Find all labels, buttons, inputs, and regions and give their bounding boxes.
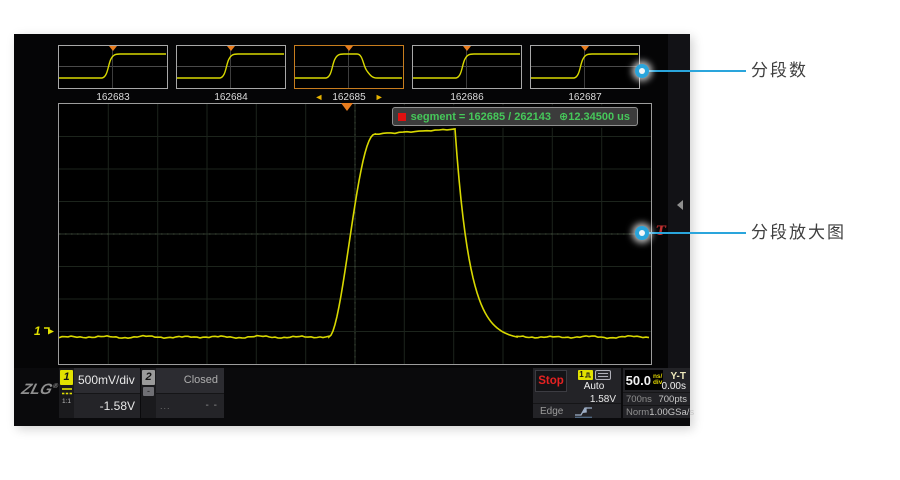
run-stop-button[interactable]: Stop [535,370,567,392]
segment-number: 162686 [412,92,522,103]
segment-number: 162683 [58,92,168,103]
timebase-scale: 50.0 [626,373,651,388]
probe-ratio: 1:1 [62,398,71,405]
segment-thumbnail-frame[interactable] [412,45,522,89]
segment-thumbnail-1[interactable]: 162683 [58,45,168,103]
timebase-block[interactable]: 50.0 ns/ div Y-T 0.00s 700ns 700pts Norm… [623,368,690,418]
record-square-icon [398,113,406,121]
segment-time-text: ⊕12.34500 us [559,110,630,123]
trigger-source-badge: 1 [578,370,593,380]
callout-label-segment-zoom: 分段放大图 [751,223,846,243]
waveform-display: segment = 162685 / 262143 ⊕12.34500 us [58,103,652,365]
thumb-trigger-tick-icon [109,46,117,51]
channel1-badge-column: 1 1:1 [59,368,74,418]
channel2-block[interactable]: 2 - Closed ... - - [141,368,224,418]
thumb-trigger-tick-icon [581,46,589,51]
trigger-type: Edge [533,406,563,417]
channel2-status: Closed [184,374,224,386]
segment-info-badge: segment = 162685 / 262143 ⊕12.34500 us [392,107,638,126]
square-wave-icon [585,372,591,378]
sample-rate: 1.00GSa/s [649,407,697,418]
zlg-logo: ZLG® [20,381,60,398]
trigger-position-triangle-icon[interactable] [341,103,353,111]
channel1-reference-marker[interactable]: 1 [34,324,55,338]
thumb-trigger-tick-icon [463,46,471,51]
capture-window: 700ns [623,394,652,405]
thumb-waveform [59,46,167,88]
trigger-mode: Auto [584,381,605,392]
segment-number: 162684 [176,92,286,103]
segment-thumbnail-4[interactable]: 162686 [412,45,522,103]
page: 162683 162684 ◄ 162685 ► [0,0,900,480]
trigger-source-area: 1 Auto [570,370,618,392]
segment-thumbnail-frame[interactable] [58,45,168,89]
callout-dot-segments [635,64,649,78]
display-icon [595,370,611,380]
segment-thumbnail-3-selected[interactable]: ◄ 162685 ► [294,45,404,103]
trigger-block[interactable]: Stop 1 [533,368,621,418]
prev-segment-arrow[interactable]: ◄ [314,92,323,103]
thumb-waveform [295,46,403,88]
segment-thumbnail-frame[interactable] [530,45,640,89]
rising-edge-icon [573,405,597,418]
channel1-offset: -1.58V [100,399,140,413]
segment-number: 162687 [530,92,640,103]
channel2-coupling-box: - [143,387,154,396]
channel2-badge-column: 2 - [141,368,156,418]
segment-count-text: segment = 162685 / 262143 [411,111,551,123]
callout-line [648,232,746,234]
segment-thumbnail-frame[interactable] [176,45,286,89]
thumb-waveform [413,46,521,88]
channel2-offset: - - [206,400,224,411]
channel1-badge: 1 [60,370,73,385]
thumb-waveform [177,46,285,88]
record-points: 700pts [658,394,690,405]
thumb-trigger-tick-icon [345,46,353,51]
main-waveform [59,104,651,364]
horizontal-offset: 0.00s [662,381,686,392]
channel-arrow-icon [42,325,55,337]
status-bar: ZLG® 1 1:1 500mV/div -1.58V [14,368,690,426]
acquire-mode: Norm [623,407,649,418]
next-segment-arrow[interactable]: ► [375,92,384,103]
dc-coupling-icon [61,387,73,396]
channel1-scale: 500mV/div [74,373,135,387]
menu-collapse-arrow-icon[interactable] [677,200,683,210]
callout-dot-zoom-view [635,226,649,240]
thumb-waveform [531,46,639,88]
timebase-scale-box[interactable]: 50.0 ns/ div [625,370,663,390]
clock-plus-icon: ⊕ [559,111,568,123]
thumb-trigger-tick-icon [227,46,235,51]
segment-number: 162685 [332,92,365,103]
segment-thumbnail-5[interactable]: 162687 [530,45,640,103]
segment-thumbnail-frame[interactable] [294,45,404,89]
channel1-block[interactable]: 1 1:1 500mV/div -1.58V [59,368,140,418]
callout-line [648,70,746,72]
channel2-badge: 2 [142,370,155,385]
side-menu-strip [668,34,690,368]
segment-thumbnail-2[interactable]: 162684 [176,45,286,103]
callout-label-segment-count: 分段数 [751,61,808,81]
channel2-dots: ... [156,401,171,411]
oscilloscope-screen: 162683 162684 ◄ 162685 ► [14,34,690,426]
